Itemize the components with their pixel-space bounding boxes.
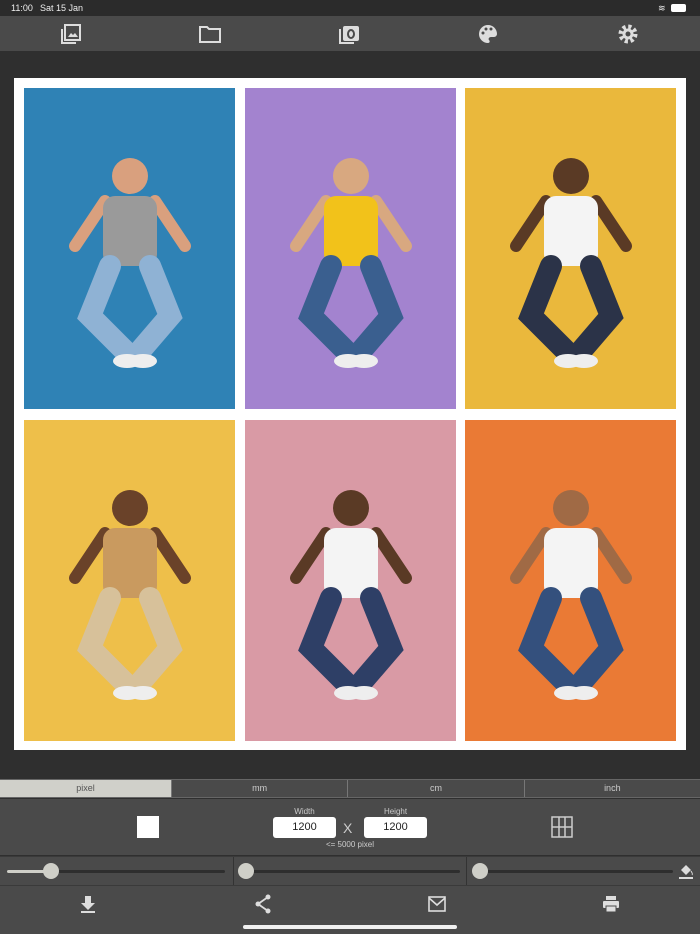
border-slider-thumb[interactable] (238, 863, 254, 879)
print-icon[interactable] (601, 894, 621, 914)
tab-cm[interactable]: cm (348, 780, 525, 797)
background-color-swatch[interactable] (137, 816, 159, 838)
status-bar: 11:00 Sat 15 Jan ≋ (0, 0, 700, 16)
collage-photo[interactable] (245, 88, 456, 409)
collage-photo[interactable] (24, 420, 235, 741)
mail-icon[interactable] (427, 894, 447, 914)
border-slider-track[interactable] (240, 870, 460, 873)
spacing-slider-thumb[interactable] (43, 863, 59, 879)
battery-icon (671, 4, 686, 12)
photo-library-icon[interactable] (59, 22, 83, 46)
size-panel: Width Height 1200 X 1200 <= 5000 pixel (0, 799, 700, 855)
times-sign: X (343, 820, 353, 836)
collage-photo[interactable] (24, 88, 235, 409)
toolbar (0, 16, 700, 51)
corner-slider-track[interactable] (473, 870, 673, 873)
person-figure (509, 157, 632, 368)
person-figure (68, 157, 191, 368)
bottom-toolbar (0, 885, 700, 934)
wifi-icon: ≋ (658, 3, 666, 13)
grid-layout-icon[interactable] (551, 816, 573, 838)
collage-canvas[interactable] (14, 78, 686, 750)
corner-slider-thumb[interactable] (472, 863, 488, 879)
person-figure (68, 489, 191, 700)
collage-photo[interactable] (465, 420, 676, 741)
fill-color-icon[interactable] (678, 862, 694, 880)
person-figure (289, 157, 412, 368)
height-label: Height (383, 807, 408, 816)
camera-icon[interactable] (337, 22, 361, 46)
tab-mm[interactable]: mm (172, 780, 349, 797)
status-date: Sat 15 Jan (40, 3, 84, 13)
gear-icon[interactable] (616, 22, 640, 46)
share-icon[interactable] (253, 894, 273, 914)
person-figure (289, 489, 412, 700)
download-icon[interactable] (78, 894, 98, 914)
palette-icon[interactable] (476, 22, 500, 46)
unit-tabs: pixel mm cm inch (0, 779, 700, 798)
height-input[interactable]: 1200 (364, 817, 427, 838)
tab-inch[interactable]: inch (525, 780, 700, 797)
width-label: Width (294, 807, 315, 816)
tab-pixel[interactable]: pixel (0, 780, 172, 797)
status-time: 11:00 (11, 3, 33, 13)
slider-row (0, 856, 700, 886)
person-figure (509, 489, 632, 700)
folder-icon[interactable] (198, 22, 222, 46)
collage-photo[interactable] (465, 88, 676, 409)
collage-photo[interactable] (245, 420, 456, 741)
size-limit-hint: <= 5000 pixel (325, 840, 375, 849)
home-indicator (243, 925, 457, 929)
width-input[interactable]: 1200 (273, 817, 336, 838)
